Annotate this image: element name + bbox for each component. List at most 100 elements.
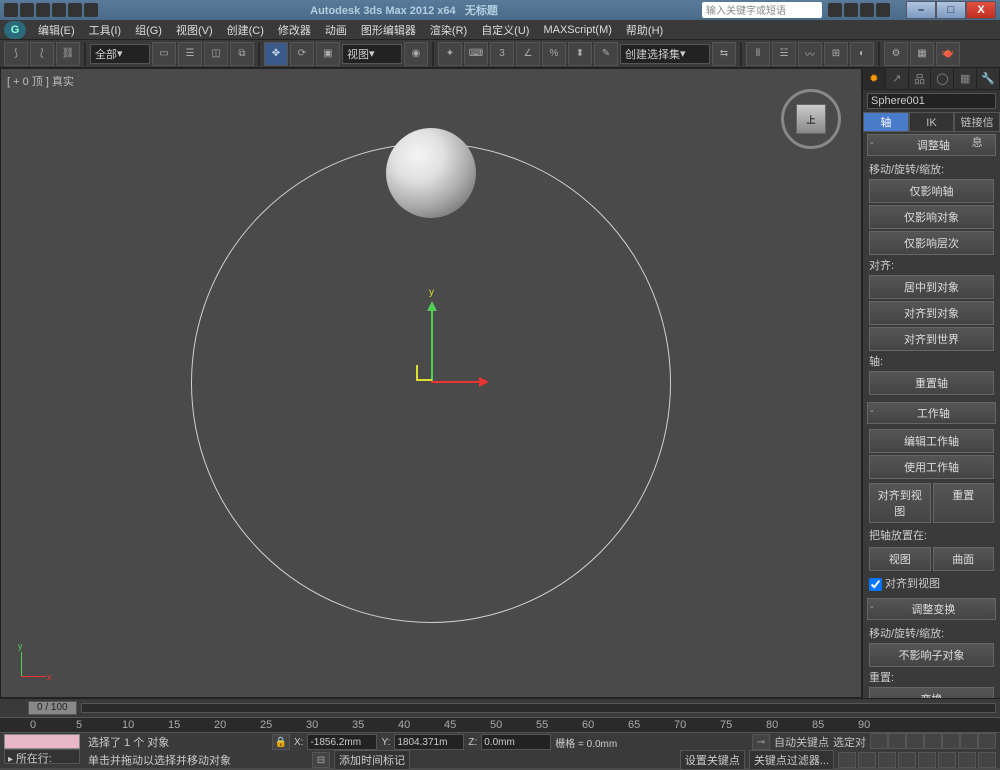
edit-icon[interactable]: ✎ — [594, 42, 618, 66]
btn-affect-object[interactable]: 仅影响对象 — [869, 205, 994, 229]
btn-use-working-pivot[interactable]: 使用工作轴 — [869, 455, 994, 479]
btn-place-view[interactable]: 视图 — [869, 547, 931, 571]
selection-filter-dropdown[interactable]: 全部 ▾ — [90, 44, 150, 64]
menu-create[interactable]: 创建(C) — [221, 20, 270, 40]
sphere-object[interactable] — [386, 128, 476, 218]
percent-snap-icon[interactable]: % — [542, 42, 566, 66]
menu-edit[interactable]: 编辑(E) — [32, 20, 81, 40]
app-menu-button[interactable]: G — [4, 21, 26, 39]
region-icon[interactable]: ◫ — [204, 42, 228, 66]
spinner-snap-icon[interactable]: ⬍ — [568, 42, 592, 66]
subtab-ik[interactable]: IK — [909, 112, 955, 132]
move-icon[interactable]: ✥ — [264, 42, 288, 66]
lock-icon[interactable]: 🔒 — [272, 734, 290, 750]
viewport-top[interactable]: [ + 0 顶 ] 真实 上 y y x — [0, 68, 862, 698]
time-slider-thumb[interactable]: 0 / 100 — [28, 701, 77, 715]
subtab-linkinfo[interactable]: 链接信息 — [954, 112, 1000, 132]
viewport-label[interactable]: [ + 0 顶 ] 真实 — [7, 73, 74, 89]
modify-tab-icon[interactable]: ↗ — [886, 68, 909, 89]
add-time-tag-button[interactable]: 添加时间标记 — [334, 750, 410, 770]
scale-icon[interactable]: ▣ — [316, 42, 340, 66]
angle-snap-icon[interactable]: ∠ — [516, 42, 540, 66]
btn-align-to-view[interactable]: 对齐到视图 — [869, 483, 931, 523]
quick-access-icons[interactable] — [4, 3, 98, 17]
script-mini-input[interactable] — [4, 734, 80, 749]
unlink-icon[interactable]: ⟅ — [30, 42, 54, 66]
btn-affect-pivot[interactable]: 仅影响轴 — [869, 179, 994, 203]
menu-modifiers[interactable]: 修改器 — [272, 20, 317, 40]
keyfilter-button[interactable]: 关键点过滤器... — [749, 750, 834, 770]
selset-dropdown[interactable]: 选定对 — [833, 734, 866, 750]
link-icon[interactable]: ⟆ — [4, 42, 28, 66]
tag-icon[interactable]: ⊟ — [312, 752, 330, 768]
btn-align-to-object[interactable]: 对齐到对象 — [869, 301, 994, 325]
infocenter-icons[interactable] — [828, 3, 890, 17]
menu-group[interactable]: 组(G) — [129, 20, 168, 40]
btn-reset-pivot[interactable]: 重置轴 — [869, 371, 994, 395]
close-button[interactable]: X — [966, 1, 996, 19]
schematic-view-icon[interactable]: ⊞ — [824, 42, 848, 66]
rollout-working-pivot[interactable]: -工作轴 — [867, 402, 996, 424]
select-icon[interactable]: ▭ — [152, 42, 176, 66]
create-tab-icon[interactable]: ✹ — [863, 68, 886, 89]
mirror-icon[interactable]: ⇆ — [712, 42, 736, 66]
coord-system-dropdown[interactable]: 视图 ▾ — [342, 44, 402, 64]
chk-align-to-view[interactable] — [869, 578, 882, 591]
snap-toggle-icon[interactable]: 3 — [490, 42, 514, 66]
keyboard-shortcut-icon[interactable]: ⌨ — [464, 42, 488, 66]
render-setup-icon[interactable]: ⚙ — [884, 42, 908, 66]
help-search-input[interactable]: 输入关键字或短语 — [702, 2, 822, 18]
btn-dont-affect-children[interactable]: 不影响子对象 — [869, 643, 994, 667]
setkey-button[interactable]: 设置关键点 — [680, 750, 745, 770]
btn-affect-hierarchy[interactable]: 仅影响层次 — [869, 231, 994, 255]
named-selection-dropdown[interactable]: 创建选择集 ▾ — [620, 44, 710, 64]
time-slider-track[interactable] — [81, 703, 996, 713]
menu-animation[interactable]: 动画 — [319, 20, 353, 40]
rollout-adjust-transform[interactable]: -调整变换 — [867, 598, 996, 620]
btn-reset-transform[interactable]: 变换 — [869, 687, 994, 698]
rotate-icon[interactable]: ⟳ — [290, 42, 314, 66]
menu-view[interactable]: 视图(V) — [170, 20, 219, 40]
main-toolbar: ⟆ ⟅ ⛓ 全部 ▾ ▭ ☰ ◫ ⧉ ✥ ⟳ ▣ 视图 ▾ ◉ ✦ ⌨ 3 ∠ … — [0, 40, 1000, 68]
transform-gizmo[interactable]: y — [386, 303, 486, 403]
viewport-nav-controls[interactable] — [838, 752, 996, 768]
bind-icon[interactable]: ⛓ — [56, 42, 80, 66]
y-coord-input[interactable] — [394, 734, 464, 750]
viewcube[interactable]: 上 — [781, 89, 841, 149]
btn-align-to-world[interactable]: 对齐到世界 — [869, 327, 994, 351]
utilities-tab-icon[interactable]: 🔧 — [977, 68, 1000, 89]
pivot-icon[interactable]: ◉ — [404, 42, 428, 66]
layers-icon[interactable]: ☱ — [772, 42, 796, 66]
timeline-ruler[interactable]: 0 5 10 15 20 25 30 35 40 45 50 55 60 65 … — [0, 717, 1000, 733]
btn-edit-working-pivot[interactable]: 编辑工作轴 — [869, 429, 994, 453]
curve-editor-icon[interactable]: 〰 — [798, 42, 822, 66]
btn-center-to-object[interactable]: 居中到对象 — [869, 275, 994, 299]
autokey-button[interactable]: 自动关键点 — [774, 734, 829, 750]
motion-tab-icon[interactable]: ◯ — [931, 68, 954, 89]
maximize-button[interactable]: □ — [936, 1, 966, 19]
display-tab-icon[interactable]: ▦ — [954, 68, 977, 89]
menu-maxscript[interactable]: MAXScript(M) — [537, 22, 617, 38]
menu-customize[interactable]: 自定义(U) — [475, 20, 535, 40]
menu-grapheditor[interactable]: 图形编辑器 — [355, 20, 422, 40]
render-icon[interactable]: 🫖 — [936, 42, 960, 66]
key-icon[interactable]: ⊸ — [752, 734, 770, 750]
menu-render[interactable]: 渲染(R) — [424, 20, 473, 40]
menu-tools[interactable]: 工具(I) — [83, 20, 127, 40]
hierarchy-tab-icon[interactable]: 品 — [909, 68, 932, 89]
window-crossing-icon[interactable]: ⧉ — [230, 42, 254, 66]
z-coord-input[interactable] — [481, 734, 551, 750]
menu-help[interactable]: 帮助(H) — [620, 20, 669, 40]
material-editor-icon[interactable]: ◐ — [850, 42, 874, 66]
minimize-button[interactable]: – — [906, 1, 936, 19]
object-name-input[interactable] — [867, 93, 996, 109]
select-by-name-icon[interactable]: ☰ — [178, 42, 202, 66]
x-coord-input[interactable] — [307, 734, 377, 750]
btn-place-surface[interactable]: 曲面 — [933, 547, 995, 571]
render-frame-icon[interactable]: ▦ — [910, 42, 934, 66]
playback-controls[interactable] — [870, 733, 996, 752]
manipulate-icon[interactable]: ✦ — [438, 42, 462, 66]
btn-reset[interactable]: 重置 — [933, 483, 995, 523]
align-icon[interactable]: ⫴ — [746, 42, 770, 66]
subtab-pivot[interactable]: 轴 — [863, 112, 909, 132]
